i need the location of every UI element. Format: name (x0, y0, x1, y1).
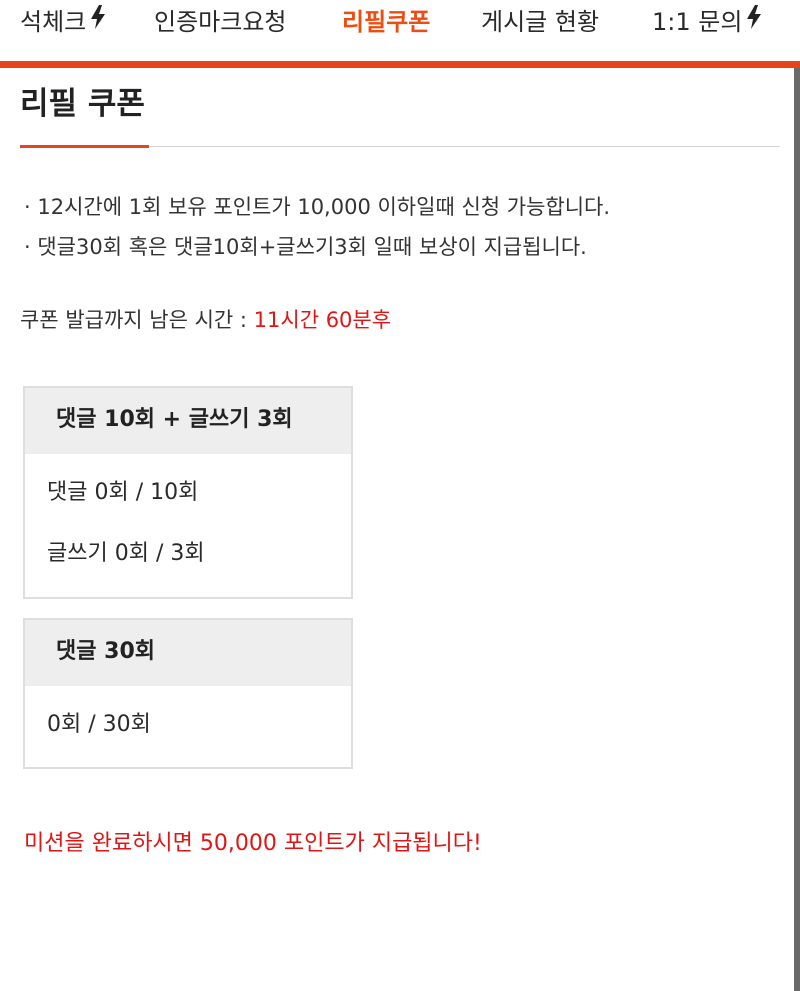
reward-notice: 미션을 완료하시면 50,000 포인트가 지급됩니다! (24, 831, 482, 856)
tab-refill-coupon[interactable]: 리필쿠폰 (342, 0, 430, 44)
tab-bar-accent-line (0, 61, 800, 68)
page-title: 리필 쿠폰 (20, 86, 145, 122)
mission-progress-comments: 0회 / 30회 (47, 712, 151, 737)
lightning-bolt-icon (91, 0, 106, 43)
mission-progress-posts: 글쓰기 0회 / 3회 (47, 541, 205, 566)
tab-seok-check[interactable]: 석체크 (20, 0, 106, 44)
title-accent-underline (20, 145, 149, 148)
mission-progress-comments: 댓글 0회 / 10회 (47, 480, 199, 505)
countdown-label: 쿠폰 발급까지 남은 시간 : (20, 308, 254, 332)
tab-label: 게시글 현황 (481, 8, 600, 36)
tab-label: 석체크 (20, 8, 87, 36)
tab-cert-mark-request[interactable]: 인증마크요청 (154, 0, 286, 44)
mission-box-comments: 댓글 30회 0회 / 30회 (23, 618, 353, 769)
tab-post-status[interactable]: 게시글 현황 (481, 0, 599, 44)
scrollbar[interactable] (794, 68, 800, 991)
tab-label: 인증마크요청 (154, 8, 287, 36)
mission-title: 댓글 10회 + 글쓰기 3회 (25, 388, 351, 454)
countdown-value: 11시간 60분후 (253, 308, 392, 332)
rule-item: · 12시간에 1회 보유 포인트가 10,000 이하일때 신청 가능합니다. (24, 195, 611, 219)
lightning-bolt-icon (747, 0, 762, 43)
tab-label: 1:1 문의 (652, 8, 743, 36)
tab-label: 리필쿠폰 (342, 8, 431, 36)
rule-item: · 댓글30회 혹은 댓글10회+글쓰기3회 일때 보상이 지급됩니다. (24, 235, 587, 259)
top-tab-bar: 석체크 인증마크요청 리필쿠폰 게시글 현황 1:1 문의 (0, 0, 800, 62)
coupon-countdown: 쿠폰 발급까지 남은 시간 : 11시간 60분후 (20, 305, 391, 335)
tab-one-on-one-inquiry[interactable]: 1:1 문의 (652, 0, 762, 44)
mission-title: 댓글 30회 (25, 620, 351, 686)
mission-box-comments-and-posts: 댓글 10회 + 글쓰기 3회 댓글 0회 / 10회 글쓰기 0회 / 3회 (23, 386, 353, 599)
